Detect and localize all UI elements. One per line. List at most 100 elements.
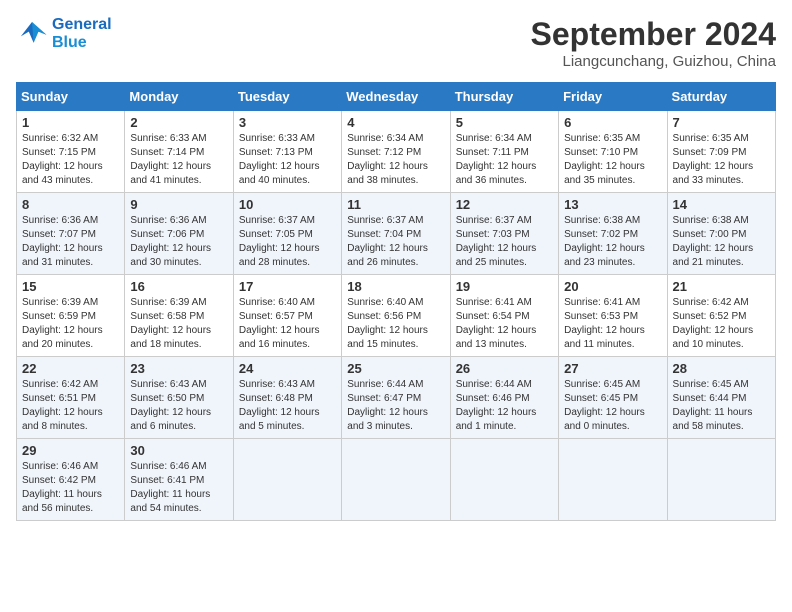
- sunset-label: Sunset: 6:51 PM: [22, 393, 96, 404]
- calendar-day: 23 Sunrise: 6:43 AM Sunset: 6:50 PM Dayl…: [125, 357, 233, 439]
- sunrise-label: Sunrise: 6:45 AM: [673, 379, 749, 390]
- month-title: September 2024: [531, 16, 776, 53]
- daylight-label: Daylight: 12 hours and 5 minutes.: [239, 407, 320, 432]
- day-number: 25: [347, 361, 444, 376]
- day-number: 13: [564, 197, 661, 212]
- sunset-label: Sunset: 7:15 PM: [22, 147, 96, 158]
- sunset-label: Sunset: 6:52 PM: [673, 311, 747, 322]
- day-number: 24: [239, 361, 336, 376]
- day-number: 5: [456, 115, 553, 130]
- calendar-day: 2 Sunrise: 6:33 AM Sunset: 7:14 PM Dayli…: [125, 111, 233, 193]
- sunrise-label: Sunrise: 6:42 AM: [22, 379, 98, 390]
- day-info: Sunrise: 6:44 AM Sunset: 6:47 PM Dayligh…: [347, 378, 444, 434]
- sunset-label: Sunset: 7:12 PM: [347, 147, 421, 158]
- day-number: 14: [673, 197, 770, 212]
- day-info: Sunrise: 6:45 AM Sunset: 6:45 PM Dayligh…: [564, 378, 661, 434]
- day-info: Sunrise: 6:43 AM Sunset: 6:50 PM Dayligh…: [130, 378, 227, 434]
- calendar-week-row: 8 Sunrise: 6:36 AM Sunset: 7:07 PM Dayli…: [17, 193, 776, 275]
- day-info: Sunrise: 6:34 AM Sunset: 7:12 PM Dayligh…: [347, 132, 444, 188]
- day-info: Sunrise: 6:35 AM Sunset: 7:09 PM Dayligh…: [673, 132, 770, 188]
- day-info: Sunrise: 6:41 AM Sunset: 6:54 PM Dayligh…: [456, 296, 553, 352]
- calendar-week-row: 29 Sunrise: 6:46 AM Sunset: 6:42 PM Dayl…: [17, 439, 776, 521]
- calendar-day: [342, 439, 450, 521]
- daylight-label: Daylight: 12 hours and 40 minutes.: [239, 161, 320, 186]
- day-info: Sunrise: 6:38 AM Sunset: 7:02 PM Dayligh…: [564, 214, 661, 270]
- daylight-label: Daylight: 12 hours and 8 minutes.: [22, 407, 103, 432]
- sunrise-label: Sunrise: 6:44 AM: [347, 379, 423, 390]
- sunset-label: Sunset: 7:03 PM: [456, 229, 530, 240]
- sunset-label: Sunset: 6:56 PM: [347, 311, 421, 322]
- daylight-label: Daylight: 11 hours and 58 minutes.: [673, 407, 753, 432]
- day-number: 15: [22, 279, 119, 294]
- day-number: 30: [130, 443, 227, 458]
- daylight-label: Daylight: 12 hours and 33 minutes.: [673, 161, 754, 186]
- sunrise-label: Sunrise: 6:46 AM: [22, 461, 98, 472]
- day-info: Sunrise: 6:40 AM Sunset: 6:56 PM Dayligh…: [347, 296, 444, 352]
- sunrise-label: Sunrise: 6:43 AM: [239, 379, 315, 390]
- day-info: Sunrise: 6:42 AM Sunset: 6:51 PM Dayligh…: [22, 378, 119, 434]
- day-info: Sunrise: 6:34 AM Sunset: 7:11 PM Dayligh…: [456, 132, 553, 188]
- day-number: 17: [239, 279, 336, 294]
- daylight-label: Daylight: 12 hours and 11 minutes.: [564, 325, 645, 350]
- sunset-label: Sunset: 7:02 PM: [564, 229, 638, 240]
- calendar-day: 24 Sunrise: 6:43 AM Sunset: 6:48 PM Dayl…: [233, 357, 341, 439]
- sunrise-label: Sunrise: 6:32 AM: [22, 133, 98, 144]
- day-number: 7: [673, 115, 770, 130]
- day-info: Sunrise: 6:38 AM Sunset: 7:00 PM Dayligh…: [673, 214, 770, 270]
- day-info: Sunrise: 6:37 AM Sunset: 7:05 PM Dayligh…: [239, 214, 336, 270]
- day-number: 22: [22, 361, 119, 376]
- calendar-week-row: 1 Sunrise: 6:32 AM Sunset: 7:15 PM Dayli…: [17, 111, 776, 193]
- calendar-day: 9 Sunrise: 6:36 AM Sunset: 7:06 PM Dayli…: [125, 193, 233, 275]
- day-number: 28: [673, 361, 770, 376]
- daylight-label: Daylight: 12 hours and 0 minutes.: [564, 407, 645, 432]
- calendar-day: 3 Sunrise: 6:33 AM Sunset: 7:13 PM Dayli…: [233, 111, 341, 193]
- sunset-label: Sunset: 6:44 PM: [673, 393, 747, 404]
- sunrise-label: Sunrise: 6:42 AM: [673, 297, 749, 308]
- logo: General Blue: [16, 16, 112, 51]
- sunset-label: Sunset: 6:47 PM: [347, 393, 421, 404]
- sunset-label: Sunset: 6:53 PM: [564, 311, 638, 322]
- header-tuesday: Tuesday: [233, 83, 341, 111]
- day-number: 19: [456, 279, 553, 294]
- day-number: 4: [347, 115, 444, 130]
- sunrise-label: Sunrise: 6:41 AM: [456, 297, 532, 308]
- sunset-label: Sunset: 6:48 PM: [239, 393, 313, 404]
- calendar-day: 13 Sunrise: 6:38 AM Sunset: 7:02 PM Dayl…: [559, 193, 667, 275]
- sunrise-label: Sunrise: 6:46 AM: [130, 461, 206, 472]
- calendar-day: 10 Sunrise: 6:37 AM Sunset: 7:05 PM Dayl…: [233, 193, 341, 275]
- daylight-label: Daylight: 12 hours and 36 minutes.: [456, 161, 537, 186]
- daylight-label: Daylight: 12 hours and 15 minutes.: [347, 325, 428, 350]
- day-info: Sunrise: 6:40 AM Sunset: 6:57 PM Dayligh…: [239, 296, 336, 352]
- daylight-label: Daylight: 12 hours and 35 minutes.: [564, 161, 645, 186]
- sunset-label: Sunset: 7:05 PM: [239, 229, 313, 240]
- calendar-day: 18 Sunrise: 6:40 AM Sunset: 6:56 PM Dayl…: [342, 275, 450, 357]
- sunset-label: Sunset: 7:04 PM: [347, 229, 421, 240]
- sunset-label: Sunset: 6:58 PM: [130, 311, 204, 322]
- day-number: 29: [22, 443, 119, 458]
- day-info: Sunrise: 6:36 AM Sunset: 7:06 PM Dayligh…: [130, 214, 227, 270]
- sunset-label: Sunset: 6:41 PM: [130, 475, 204, 486]
- sunrise-label: Sunrise: 6:34 AM: [347, 133, 423, 144]
- calendar-day: [559, 439, 667, 521]
- calendar-day: 12 Sunrise: 6:37 AM Sunset: 7:03 PM Dayl…: [450, 193, 558, 275]
- day-info: Sunrise: 6:37 AM Sunset: 7:04 PM Dayligh…: [347, 214, 444, 270]
- sunrise-label: Sunrise: 6:43 AM: [130, 379, 206, 390]
- daylight-label: Daylight: 12 hours and 30 minutes.: [130, 243, 211, 268]
- logo-text: General Blue: [52, 16, 112, 51]
- day-info: Sunrise: 6:35 AM Sunset: 7:10 PM Dayligh…: [564, 132, 661, 188]
- sunset-label: Sunset: 6:50 PM: [130, 393, 204, 404]
- sunrise-label: Sunrise: 6:45 AM: [564, 379, 640, 390]
- day-number: 2: [130, 115, 227, 130]
- sunset-label: Sunset: 6:54 PM: [456, 311, 530, 322]
- sunset-label: Sunset: 7:13 PM: [239, 147, 313, 158]
- sunset-label: Sunset: 7:14 PM: [130, 147, 204, 158]
- header-monday: Monday: [125, 83, 233, 111]
- sunset-label: Sunset: 7:00 PM: [673, 229, 747, 240]
- header-friday: Friday: [559, 83, 667, 111]
- calendar-day: 28 Sunrise: 6:45 AM Sunset: 6:44 PM Dayl…: [667, 357, 775, 439]
- day-number: 8: [22, 197, 119, 212]
- day-number: 26: [456, 361, 553, 376]
- day-info: Sunrise: 6:43 AM Sunset: 6:48 PM Dayligh…: [239, 378, 336, 434]
- calendar-day: 29 Sunrise: 6:46 AM Sunset: 6:42 PM Dayl…: [17, 439, 125, 521]
- day-info: Sunrise: 6:33 AM Sunset: 7:14 PM Dayligh…: [130, 132, 227, 188]
